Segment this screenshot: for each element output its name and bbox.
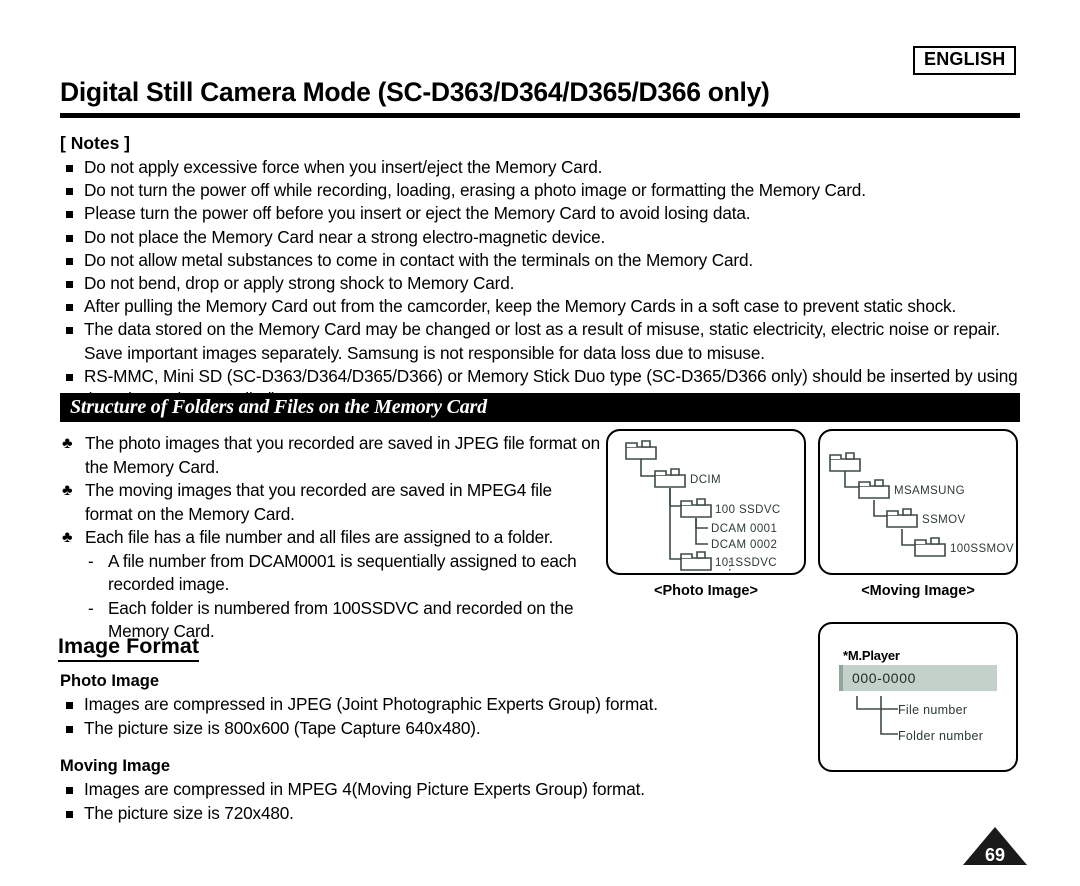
language-badge: ENGLISH (913, 46, 1017, 75)
tree-label-file-1: DCAM 0001 (711, 523, 777, 535)
tree-label-folder-101: 101SSDVC (715, 557, 777, 569)
square-bullet-icon (66, 810, 73, 818)
folder-icon (886, 508, 918, 528)
square-bullet-icon (66, 702, 73, 709)
dash-bullet-icon: - (88, 597, 94, 618)
tree-label-msamsung: MSAMSUNG (894, 485, 965, 497)
structure-bullet-text: The photo images that you recorded are s… (85, 433, 600, 477)
folder-icon (654, 468, 686, 488)
structure-bullet-text: Each file has a file number and all file… (85, 527, 554, 547)
note-text: Do not place the Memory Card near a stro… (84, 226, 606, 247)
square-bullet-icon (66, 211, 73, 219)
square-bullet-icon (66, 304, 73, 312)
square-bullet-icon (66, 188, 73, 196)
format-text: Images are compressed in MPEG 4(Moving P… (84, 779, 645, 799)
note-text: Do not turn the power off while recordin… (84, 180, 866, 201)
square-bullet-icon (66, 165, 73, 172)
moving-image-caption: <Moving Image> (861, 583, 975, 599)
note-item: After pulling the Memory Card out from t… (60, 295, 1030, 318)
structure-bullet: ♣ Each file has a file number and all fil… (60, 526, 600, 550)
format-item: The picture size is 800x600 (Tape Captur… (60, 717, 760, 741)
photo-tree-svg: DCIM 100 SSDVC DCAM 0001 DCAM 0002 ⋮ 101… (625, 440, 781, 572)
format-item: Images are compressed in MPEG 4(Moving P… (60, 778, 760, 802)
folder-icon (829, 452, 861, 472)
structure-sub-text: A file number from DCAM0001 is sequentia… (108, 550, 577, 595)
tree-label-ssmov: SSMOV (922, 514, 966, 526)
mplayer-file-number-label: File number (898, 703, 968, 717)
note-text: Do not apply excessive force when you in… (84, 157, 603, 177)
format-item: Images are compressed in JPEG (Joint Pho… (60, 693, 760, 717)
structure-bullet-text: The moving images that you recorded are … (85, 480, 552, 524)
note-item: Do not apply excessive force when you in… (60, 156, 1030, 179)
clover-bullet-icon: ♣ (62, 529, 73, 546)
note-item: Do not turn the power off while recordin… (60, 179, 1030, 202)
folder-icon (680, 498, 712, 518)
structure-bullet: ♣ The photo images that you recorded are … (60, 432, 600, 479)
structure-sub-bullet: -A file number from DCAM0001 is sequenti… (60, 550, 600, 597)
note-item: Please turn the power off before you ins… (60, 202, 1030, 225)
note-text: The data stored on the Memory Card may b… (84, 319, 1001, 363)
format-text: Images are compressed in JPEG (Joint Pho… (84, 694, 658, 714)
mplayer-leader-svg (856, 696, 898, 735)
mplayer-folder-number-label: Folder number (898, 729, 984, 743)
page-title: Digital Still Camera Mode (SC-D363/D364/… (60, 77, 770, 107)
tree-label-folder-100ssmov: 100SSMOV (950, 543, 1014, 555)
square-bullet-icon (66, 281, 73, 289)
clover-bullet-icon: ♣ (62, 482, 73, 499)
note-item: Do not bend, drop or apply strong shock … (60, 272, 1030, 295)
moving-tree-svg: MSAMSUNG SSMOV 100SSMOV (829, 452, 1014, 557)
mplayer-diagram-box (818, 622, 1018, 772)
folder-icon (914, 537, 946, 557)
notes-list: Do not apply excessive force when you in… (60, 156, 1030, 411)
square-bullet-icon (66, 787, 73, 794)
note-text: Do not bend, drop or apply strong shock … (84, 273, 515, 294)
title-rule (60, 113, 1020, 118)
folder-icon (625, 440, 657, 460)
note-text: Please turn the power off before you ins… (84, 203, 751, 224)
moving-format-list: Images are compressed in MPEG 4(Moving P… (60, 778, 760, 825)
square-bullet-icon (66, 373, 73, 381)
tree-label-dcim: DCIM (690, 474, 721, 486)
format-text: The picture size is 800x600 (Tape Captur… (84, 717, 481, 738)
format-text: The picture size is 720x480. (84, 802, 294, 823)
folder-icon (858, 479, 890, 499)
photo-format-list: Images are compressed in JPEG (Joint Pho… (60, 693, 760, 740)
square-bullet-icon (66, 257, 73, 265)
square-bullet-icon (66, 234, 73, 242)
square-bullet-icon (66, 725, 73, 733)
mplayer-title: *M.Player (843, 648, 900, 663)
note-item: Do not place the Memory Card near a stro… (60, 226, 1030, 249)
moving-image-tree-box: MSAMSUNG SSMOV 100SSMOV (818, 429, 1018, 575)
format-item: The picture size is 720x480. (60, 802, 760, 826)
square-bullet-icon (66, 327, 73, 335)
tree-label-file-2: DCAM 0002 (711, 539, 777, 551)
notes-heading: [ Notes ] (60, 133, 130, 153)
structure-bullet: ♣ The moving images that you recorded are… (60, 479, 600, 526)
folder-icon (680, 551, 712, 571)
photo-image-subheading: Photo Image (60, 672, 160, 690)
image-format-heading: Image Format (58, 634, 199, 662)
moving-image-subheading: Moving Image (60, 757, 171, 775)
clover-bullet-icon: ♣ (62, 435, 73, 452)
mplayer-display-value: 000-0000 (852, 670, 916, 686)
tree-label-folder-100: 100 SSDVC (715, 504, 781, 516)
structure-bullet-list: ♣ The photo images that you recorded are … (60, 432, 600, 644)
dash-bullet-icon: - (88, 550, 94, 571)
note-text: Do not allow metal substances to come in… (84, 249, 754, 270)
note-item: The data stored on the Memory Card may b… (60, 318, 1030, 364)
photo-image-tree-box: DCIM 100 SSDVC DCAM 0001 DCAM 0002 ⋮ 101… (606, 429, 806, 575)
section-bar-title: Structure of Folders and Files on the Me… (70, 396, 487, 418)
page-number: 69 (984, 845, 1006, 865)
photo-image-caption: <Photo Image> (654, 583, 758, 599)
note-text: After pulling the Memory Card out from t… (84, 296, 957, 317)
note-item: Do not allow metal substances to come in… (60, 249, 1030, 272)
